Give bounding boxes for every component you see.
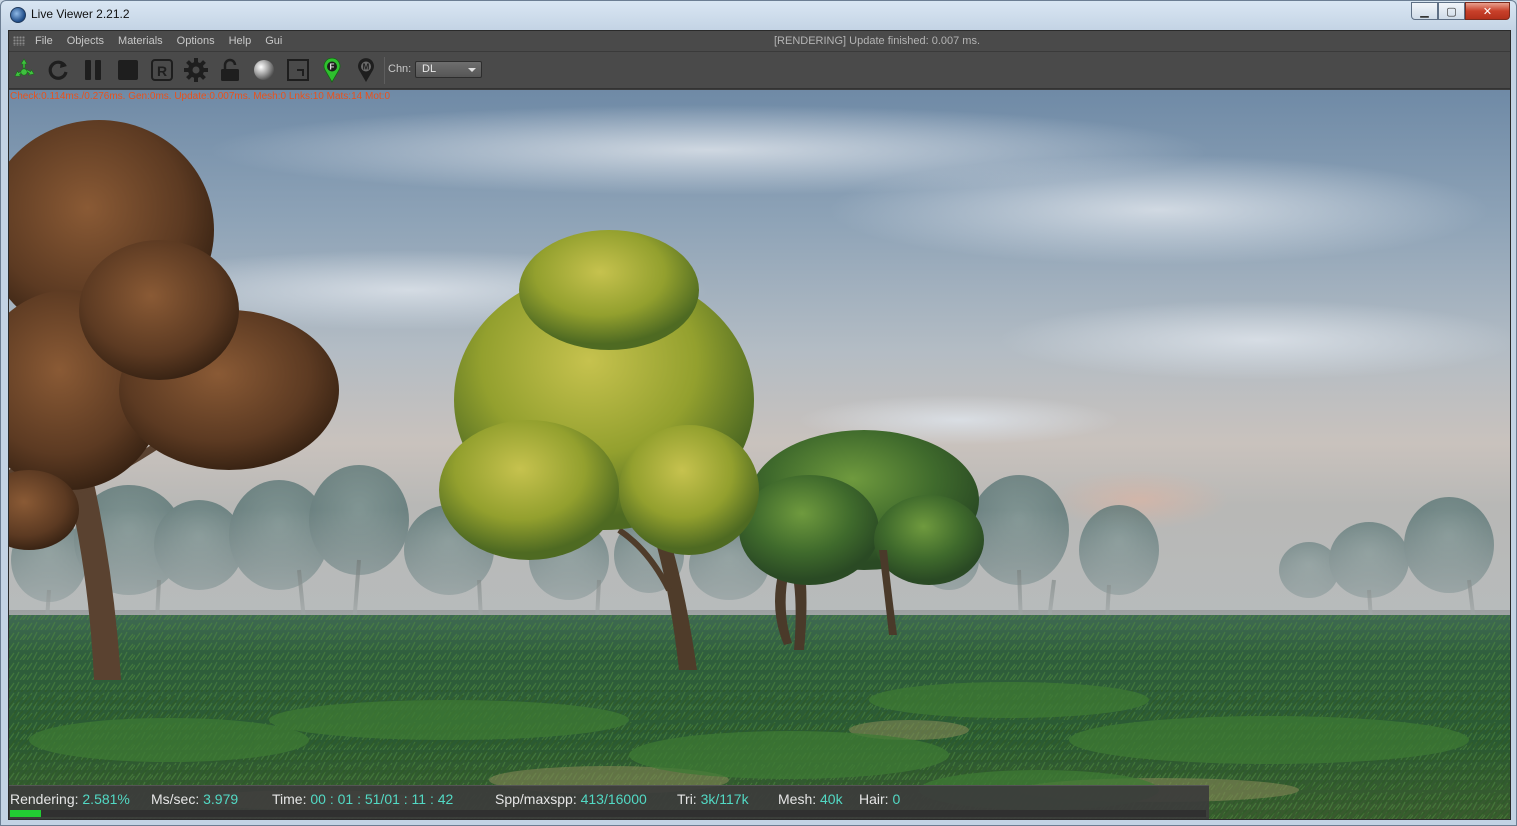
stat-rendering-label: Rendering: bbox=[10, 791, 79, 807]
stat-tri-value: 3k/117k bbox=[700, 791, 749, 807]
grip-icon[interactable] bbox=[13, 36, 25, 46]
toolbar: R F M Chn: DL bbox=[9, 52, 1510, 89]
stat-rendering: Rendering: 2.581% bbox=[10, 791, 130, 807]
window-controls: ▁ ▢ ✕ bbox=[1411, 2, 1510, 20]
stat-mesh-value: 40k bbox=[820, 791, 843, 807]
settings-gear-icon[interactable] bbox=[183, 57, 209, 83]
stop-icon[interactable] bbox=[115, 57, 141, 83]
stat-mssec-value: 3.979 bbox=[203, 791, 239, 807]
render-status-bar: Rendering: 2.581% Ms/sec: 3.979 Time: 00… bbox=[9, 785, 1209, 819]
menu-help[interactable]: Help bbox=[229, 35, 252, 47]
stat-mesh: Mesh: 40k bbox=[778, 791, 843, 807]
stat-rendering-value: 2.581% bbox=[82, 791, 130, 807]
window-title: Live Viewer 2.21.2 bbox=[31, 7, 130, 21]
menu-options[interactable]: Options bbox=[177, 35, 215, 47]
render-stats-line: Check:0.114ms./0.276ms. Gen:0ms. Update:… bbox=[10, 91, 390, 102]
svg-text:F: F bbox=[330, 63, 335, 72]
close-button[interactable]: ✕ bbox=[1465, 2, 1510, 20]
minimize-button[interactable]: ▁ bbox=[1411, 2, 1438, 20]
menu-file[interactable]: File bbox=[35, 35, 53, 47]
render-viewport[interactable]: Check:0.114ms./0.276ms. Gen:0ms. Update:… bbox=[9, 90, 1510, 819]
stat-time-label: Time: bbox=[272, 791, 307, 807]
pause-icon[interactable] bbox=[80, 57, 106, 83]
svg-text:R: R bbox=[157, 63, 167, 79]
stat-time-value: 00 : 01 : 51/01 : 11 : 42 bbox=[310, 791, 454, 807]
svg-text:M: M bbox=[363, 63, 370, 72]
stat-tri-label: Tri: bbox=[677, 791, 697, 807]
toolbar-separator bbox=[384, 57, 385, 84]
stat-hair: Hair: 0 bbox=[859, 791, 900, 807]
app-window: Live Viewer 2.21.2 ▁ ▢ ✕ File Objects Ma… bbox=[0, 0, 1517, 826]
app-logo-icon bbox=[10, 7, 26, 23]
stat-mssec-label: Ms/sec: bbox=[151, 791, 200, 807]
menu-objects[interactable]: Objects bbox=[67, 35, 104, 47]
stat-hair-value: 0 bbox=[892, 791, 901, 807]
maximize-button[interactable]: ▢ bbox=[1438, 2, 1465, 20]
menu-bar: File Objects Materials Options Help Gui … bbox=[9, 31, 1510, 52]
refresh-icon[interactable] bbox=[45, 57, 71, 83]
stat-mesh-label: Mesh: bbox=[778, 791, 817, 807]
focus-pin-icon[interactable]: F bbox=[319, 57, 345, 83]
material-pin-icon[interactable]: M bbox=[353, 57, 379, 83]
channel-select-value: DL bbox=[422, 63, 437, 75]
render-progress-bar bbox=[10, 810, 1206, 817]
stat-spp-value: 413/16000 bbox=[580, 791, 647, 807]
render-image bbox=[9, 90, 1510, 819]
chevron-down-icon bbox=[468, 68, 476, 72]
stat-mssec: Ms/sec: 3.979 bbox=[151, 791, 238, 807]
channel-select[interactable]: DL bbox=[415, 61, 482, 78]
render-progress-fill bbox=[10, 810, 41, 817]
render-region-icon[interactable]: R bbox=[149, 57, 175, 83]
menu-materials[interactable]: Materials bbox=[118, 35, 163, 47]
stat-time: Time: 00 : 01 : 51/01 : 11 : 42 bbox=[272, 791, 453, 807]
title-bar[interactable]: Live Viewer 2.21.2 ▁ ▢ ✕ bbox=[1, 1, 1516, 29]
client-area: File Objects Materials Options Help Gui … bbox=[8, 30, 1511, 820]
crop-frame-icon[interactable] bbox=[285, 57, 311, 83]
stat-spp: Spp/maxspp: 413/16000 bbox=[495, 791, 647, 807]
channel-label: Chn: bbox=[388, 63, 412, 75]
lock-icon[interactable] bbox=[217, 57, 243, 83]
stat-tri: Tri: 3k/117k bbox=[677, 791, 749, 807]
material-ball-icon[interactable] bbox=[251, 57, 277, 83]
recycle-icon[interactable] bbox=[11, 57, 37, 83]
stat-spp-label: Spp/maxspp: bbox=[495, 791, 577, 807]
render-status-text: [RENDERING] Update finished: 0.007 ms. bbox=[774, 35, 981, 47]
menu-gui[interactable]: Gui bbox=[265, 35, 282, 47]
stat-hair-label: Hair: bbox=[859, 791, 889, 807]
